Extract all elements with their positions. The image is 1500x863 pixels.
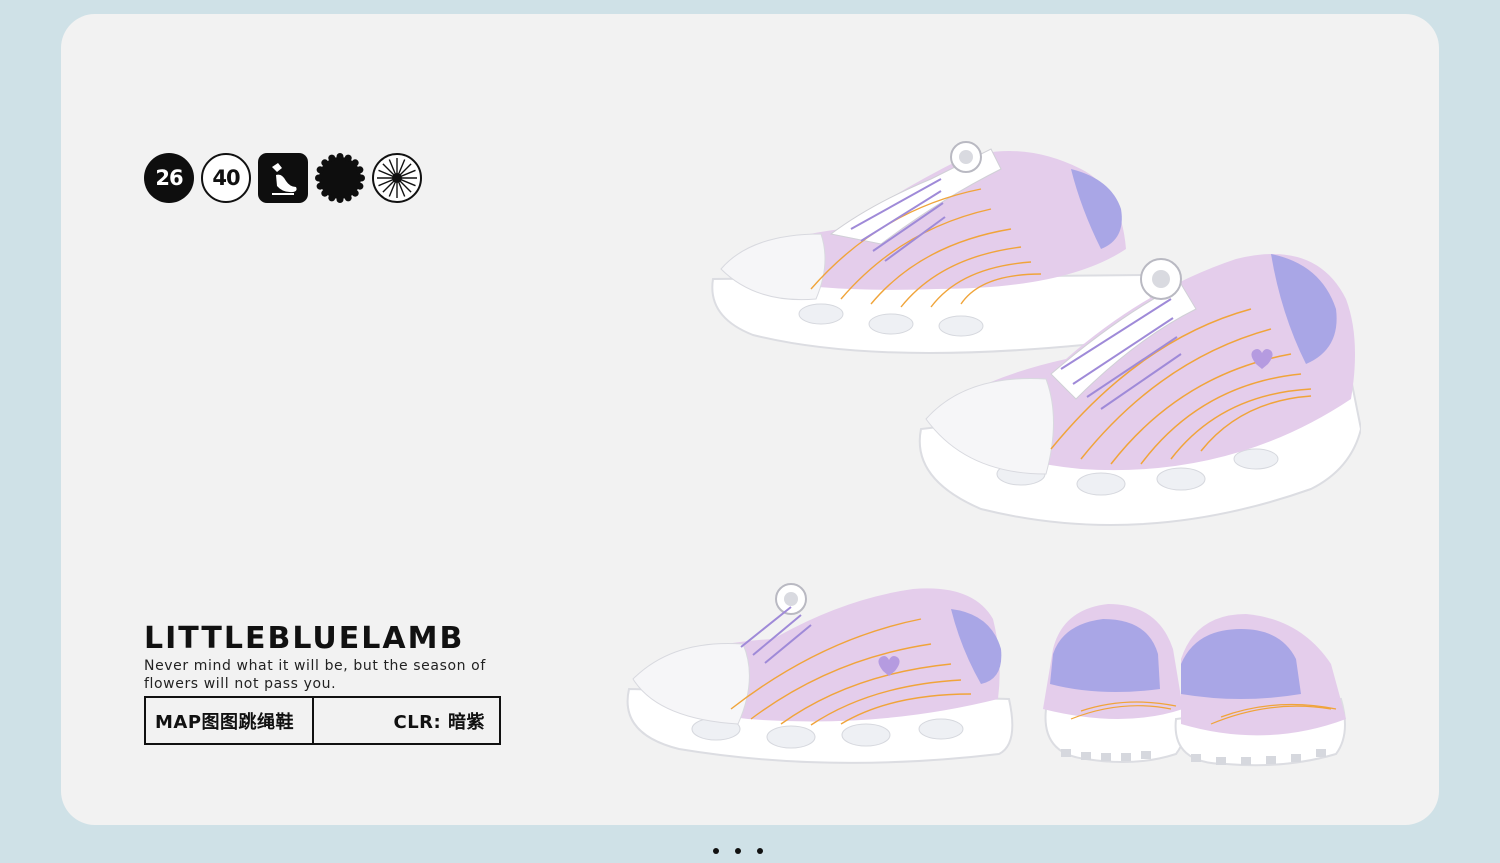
flower-seal-icon	[315, 153, 365, 203]
size-26-badge: 26	[144, 153, 194, 203]
feature-badges: 26 40	[144, 153, 422, 205]
sneaker-heels-image	[1043, 604, 1346, 767]
page-dot[interactable]	[713, 848, 719, 854]
back-sneaker	[711, 141, 1155, 354]
brand-logo: LITTLEBLUELAMB	[144, 621, 465, 656]
sneaker-pair-image	[711, 141, 1361, 526]
product-info-box: MAP图图跳绳鞋 CLR: 暗紫	[144, 696, 501, 745]
brand-tagline: Never mind what it will be, but the seas…	[144, 658, 486, 692]
model-name: MAP图图跳绳鞋	[146, 698, 314, 743]
color-name: CLR: 暗紫	[393, 711, 485, 733]
pagination-dots[interactable]	[713, 848, 763, 854]
starburst-icon	[372, 153, 422, 203]
size-40-badge: 40	[201, 153, 251, 203]
sneaker-side-image	[626, 583, 1014, 764]
brand-block: LITTLEBLUELAMB Never mind what it will b…	[144, 624, 504, 693]
left-heel	[1043, 604, 1189, 764]
page-dot[interactable]	[757, 848, 763, 854]
product-card: 26 40 LITTLEBLUELAMB Never mind what it …	[61, 14, 1439, 825]
page-dot[interactable]	[735, 848, 741, 854]
right-heel	[1174, 614, 1346, 767]
shoe-stamp-icon	[258, 153, 308, 203]
